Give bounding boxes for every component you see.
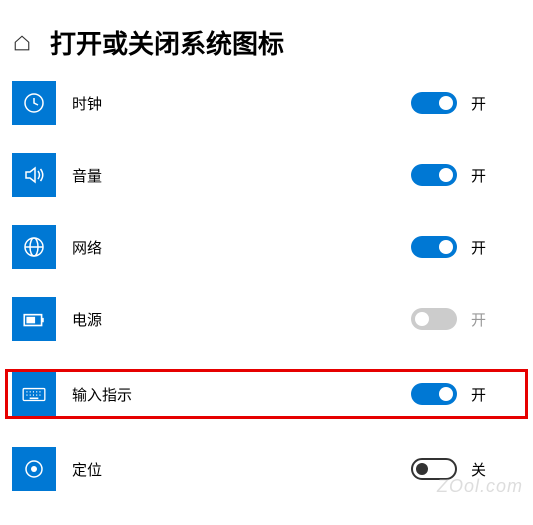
- page-title: 打开或关闭系统图标: [50, 24, 284, 61]
- toggle-state: 开: [471, 93, 486, 114]
- volume-icon: [12, 153, 56, 197]
- row-ime: 输入指示 开: [5, 369, 528, 419]
- ime-icon: [12, 372, 56, 416]
- row-clock: 时钟 开: [12, 81, 521, 125]
- toggle-power[interactable]: [411, 308, 457, 330]
- location-icon: [12, 447, 56, 491]
- toggle-ime[interactable]: [411, 383, 457, 405]
- row-label: 输入指示: [72, 384, 132, 405]
- row-label: 时钟: [72, 93, 102, 114]
- row-location: 定位 关: [12, 447, 521, 491]
- row-label: 网络: [72, 237, 102, 258]
- toggle-state: 开: [471, 165, 486, 186]
- home-icon[interactable]: [12, 33, 32, 53]
- row-label: 电源: [72, 309, 102, 330]
- row-power: 电源 开: [12, 297, 521, 341]
- toggle-state: 开: [471, 309, 486, 330]
- system-icons-list: 时钟 开 音量 开 网络 开 电源: [0, 81, 533, 491]
- page-header: 打开或关闭系统图标: [0, 0, 533, 81]
- network-icon: [12, 225, 56, 269]
- row-label: 音量: [72, 165, 102, 186]
- row-network: 网络 开: [12, 225, 521, 269]
- power-icon: [12, 297, 56, 341]
- toggle-volume[interactable]: [411, 164, 457, 186]
- clock-icon: [12, 81, 56, 125]
- toggle-network[interactable]: [411, 236, 457, 258]
- toggle-state: 开: [471, 237, 486, 258]
- row-volume: 音量 开: [12, 153, 521, 197]
- toggle-state: 关: [471, 459, 486, 480]
- toggle-clock[interactable]: [411, 92, 457, 114]
- toggle-state: 开: [471, 384, 486, 405]
- row-label: 定位: [72, 459, 102, 480]
- toggle-location[interactable]: [411, 458, 457, 480]
